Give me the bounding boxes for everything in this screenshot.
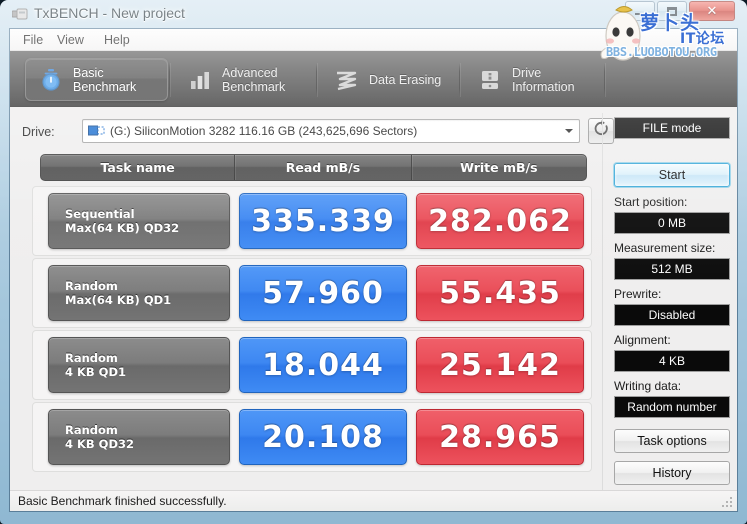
- write-speed-value: 25.142: [416, 337, 584, 393]
- refresh-icon: [593, 120, 610, 142]
- tab-drive-information-label: Drive Information: [512, 65, 575, 94]
- stopwatch-icon: [38, 67, 64, 93]
- history-button[interactable]: History: [614, 461, 730, 485]
- tab-data-erasing[interactable]: Data Erasing: [322, 58, 460, 101]
- tab-separator: [316, 63, 317, 97]
- settings-sidebar: FILE mode Start Start position: 0 MB Mea…: [610, 117, 734, 495]
- minimize-button[interactable]: [625, 1, 655, 21]
- task-name-cell: Sequential Max(64 KB) QD32: [48, 193, 230, 249]
- menu-item-view[interactable]: View: [50, 32, 91, 48]
- close-button[interactable]: ✕: [689, 1, 735, 21]
- benchmark-results: Task name Read mB/s Write mB/s Sequentia…: [32, 154, 592, 492]
- tab-basic-benchmark-label: Basic Benchmark: [73, 65, 137, 94]
- writing-data-label: Writing data:: [614, 379, 682, 393]
- task-name-line2: 4 KB QD32: [65, 437, 135, 451]
- menu-item-help[interactable]: Help: [97, 32, 137, 48]
- file-mode-display[interactable]: FILE mode: [614, 117, 730, 139]
- read-speed-value: 20.108: [239, 409, 407, 465]
- menu-item-file[interactable]: File: [16, 32, 50, 48]
- tab-separator: [604, 63, 605, 97]
- read-speed-value: 335.339: [239, 193, 407, 249]
- table-row[interactable]: Sequential Max(64 KB) QD32 335.339 282.0…: [32, 186, 592, 256]
- read-speed-value: 18.044: [239, 337, 407, 393]
- resize-grip[interactable]: [720, 495, 734, 509]
- tab-separator: [459, 63, 460, 97]
- table-row[interactable]: Random 4 KB QD32 20.108 28.965: [32, 402, 592, 472]
- client-area: File View Help Basic Benchmark Advanced …: [9, 28, 738, 512]
- task-name-line1: Random: [65, 279, 118, 293]
- task-name-line1: Random: [65, 351, 118, 365]
- table-row[interactable]: Random Max(64 KB) QD1 57.960 55.435: [32, 258, 592, 328]
- column-header-task-name: Task name: [100, 160, 175, 175]
- start-position-value[interactable]: 0 MB: [614, 212, 730, 234]
- drive-icon: [88, 124, 105, 139]
- task-name-cell: Random 4 KB QD1: [48, 337, 230, 393]
- eraser-wave-icon: [334, 67, 360, 93]
- task-options-button[interactable]: Task options: [614, 429, 730, 453]
- panel-divider: [602, 113, 603, 495]
- close-icon: ✕: [706, 3, 718, 19]
- drive-select[interactable]: (G:) SiliconMotion 3282 116.16 GB (243,6…: [82, 119, 580, 143]
- usb-drive-icon: [11, 7, 28, 21]
- maximize-icon: [658, 2, 686, 20]
- maximize-button[interactable]: [657, 1, 687, 21]
- tab-data-erasing-label: Data Erasing: [369, 72, 442, 87]
- column-header-read: Read mB/s: [234, 155, 410, 180]
- alignment-value[interactable]: 4 KB: [614, 350, 730, 372]
- minimize-icon: [626, 2, 654, 20]
- measurement-size-label: Measurement size:: [614, 241, 716, 255]
- column-header-write: Write mB/s: [410, 155, 586, 180]
- start-position-label: Start position:: [614, 195, 688, 209]
- results-column-headers: Task name Read mB/s Write mB/s: [40, 154, 587, 181]
- task-name-cell: Random 4 KB QD32: [48, 409, 230, 465]
- tab-drive-information[interactable]: Drive Information: [465, 58, 603, 101]
- writing-data-value[interactable]: Random number: [614, 396, 730, 418]
- hard-drive-info-icon: [477, 67, 503, 93]
- menu-bar: File View Help: [10, 29, 737, 51]
- drive-selected-text: (G:) SiliconMotion 3282 116.16 GB (243,6…: [110, 124, 418, 138]
- write-speed-value: 55.435: [416, 265, 584, 321]
- task-name-line1: Sequential: [65, 207, 135, 221]
- task-name-line1: Random: [65, 423, 118, 437]
- task-name-line2: Max(64 KB) QD32: [65, 221, 180, 235]
- tab-advanced-benchmark[interactable]: Advanced Benchmark: [175, 58, 315, 101]
- tab-separator: [169, 63, 170, 97]
- read-speed-value: 57.960: [239, 265, 407, 321]
- tab-strip: Basic Benchmark Advanced Benchmark Data …: [10, 51, 737, 107]
- measurement-size-value[interactable]: 512 MB: [614, 258, 730, 280]
- status-message: Basic Benchmark finished successfully.: [18, 494, 227, 508]
- table-row[interactable]: Random 4 KB QD1 18.044 25.142: [32, 330, 592, 400]
- alignment-label: Alignment:: [614, 333, 671, 347]
- start-button[interactable]: Start: [614, 163, 730, 187]
- application-window: TxBENCH - New project ✕ 萝卜头 IT论坛 BBS.LUO…: [0, 0, 747, 524]
- bar-chart-icon: [187, 67, 213, 93]
- prewrite-value[interactable]: Disabled: [614, 304, 730, 326]
- title-bar: TxBENCH - New project ✕: [0, 0, 747, 28]
- window-title: TxBENCH - New project: [34, 5, 185, 21]
- status-bar: Basic Benchmark finished successfully.: [10, 490, 737, 511]
- tab-basic-benchmark[interactable]: Basic Benchmark: [25, 58, 168, 101]
- drive-label: Drive:: [22, 125, 55, 139]
- task-name-line2: 4 KB QD1: [65, 365, 127, 379]
- tab-advanced-benchmark-label: Advanced Benchmark: [222, 65, 286, 94]
- prewrite-label: Prewrite:: [614, 287, 662, 301]
- task-name-line2: Max(64 KB) QD1: [65, 293, 172, 307]
- write-speed-value: 282.062: [416, 193, 584, 249]
- chevron-down-icon[interactable]: [560, 121, 578, 141]
- write-speed-value: 28.965: [416, 409, 584, 465]
- task-name-cell: Random Max(64 KB) QD1: [48, 265, 230, 321]
